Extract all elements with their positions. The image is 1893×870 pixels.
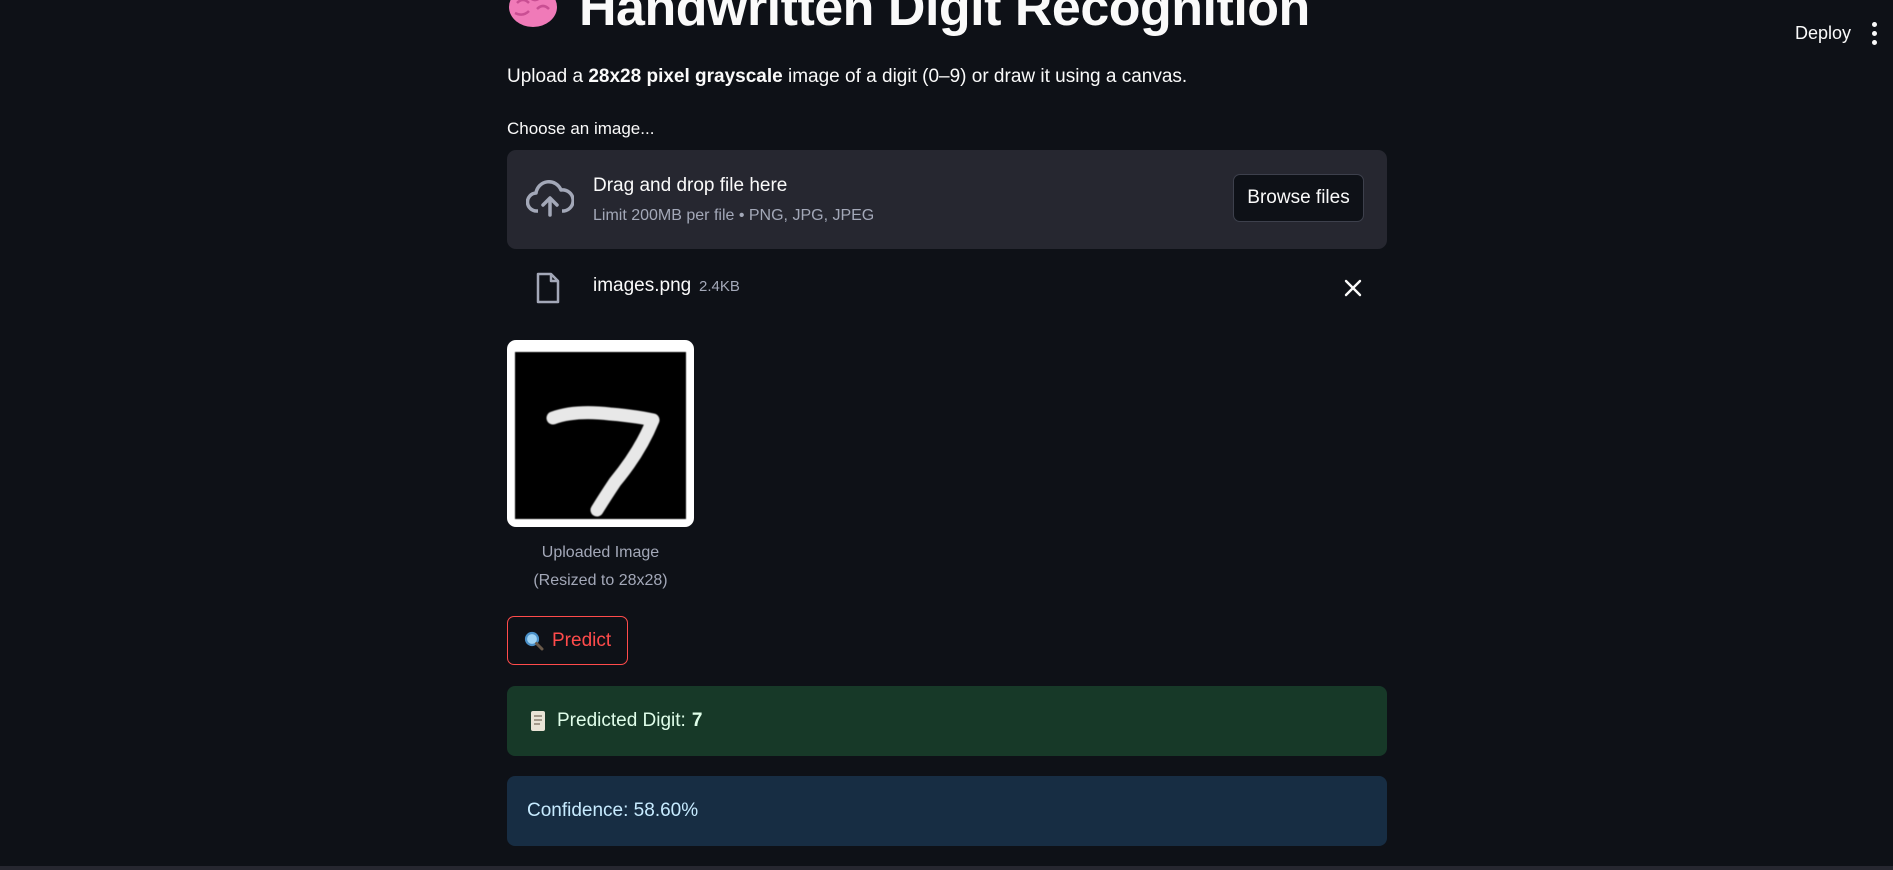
close-icon[interactable]: [1344, 279, 1362, 297]
predicted-digit-label: Predicted Digit:: [557, 710, 686, 731]
prediction-result-alert: Predicted Digit: 7: [507, 686, 1387, 756]
caption-line2: (Resized to 28x28): [533, 572, 668, 589]
subtitle-suffix: image of a digit (0–9) or draw it using …: [782, 66, 1188, 87]
subtitle: Upload a 28x28 pixel grayscale image of …: [507, 66, 1187, 88]
deploy-button[interactable]: Deploy: [1789, 22, 1857, 45]
file-icon: [536, 272, 560, 304]
predict-label: Predict: [552, 629, 612, 651]
dropzone-limit: Limit 200MB per file • PNG, JPG, JPEG: [593, 207, 875, 224]
predicted-digit-value: 7: [691, 710, 703, 731]
uploaded-digit-image: [507, 340, 694, 527]
file-name: images.png: [593, 275, 692, 296]
file-size: 2.4KB: [699, 278, 740, 295]
file-dropzone[interactable]: Drag and drop file here Limit 200MB per …: [507, 150, 1387, 249]
magnifier-icon: [524, 631, 544, 650]
kebab-menu-icon[interactable]: [1868, 22, 1880, 48]
cloud-upload-icon: [526, 180, 574, 217]
predict-button[interactable]: Predict: [507, 616, 629, 665]
digit-seven-drawing: [546, 406, 660, 517]
confidence-text: Confidence: 58.60%: [527, 800, 699, 821]
page-title-text: Handwritten Digit Recognition: [579, 0, 1310, 37]
subtitle-bold: 28x28 pixel grayscale: [588, 66, 783, 87]
subtitle-prefix: Upload a: [507, 66, 589, 87]
dropzone-title: Drag and drop file here: [593, 175, 788, 196]
uploaded-file-row: images.png 2.4KB: [507, 262, 1387, 312]
brain-icon: [509, 0, 557, 28]
browse-files-button[interactable]: Browse files: [1233, 174, 1364, 222]
page-title: Handwritten Digit Recognition: [507, 0, 1310, 38]
confidence-alert: Confidence: 58.60%: [507, 776, 1387, 846]
scroll-icon: [531, 711, 545, 731]
image-caption: Uploaded Image (Resized to 28x28): [507, 539, 694, 595]
caption-line1: Uploaded Image: [541, 544, 660, 561]
bottom-divider: [0, 866, 1893, 870]
uploader-label: Choose an image...: [507, 119, 655, 138]
